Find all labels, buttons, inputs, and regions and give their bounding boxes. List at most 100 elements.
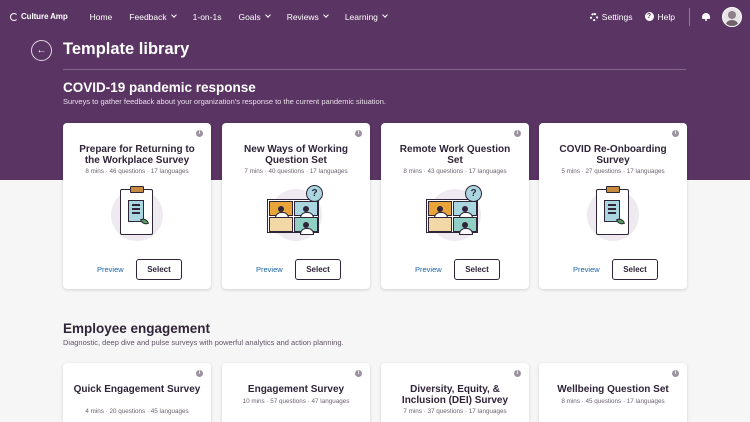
card-meta: 4 mins · 20 questions · 45 languages [85,408,189,415]
card-title: Wellbeing Question Set [557,384,669,395]
template-card: i Wellbeing Question Set 8 mins · 45 que… [539,363,687,422]
nav-item-reviews[interactable]: Reviews [286,11,329,22]
info-icon[interactable]: i [672,370,679,377]
person-icon [434,206,448,219]
person-icon [275,206,289,219]
help-link[interactable]: ? Help [644,11,675,22]
info-icon[interactable]: i [514,370,521,377]
info-icon[interactable]: i [672,130,679,137]
info-icon[interactable]: i [196,130,203,137]
template-card: i COVID Re-Onboarding Survey 5 mins · 27… [539,123,687,289]
card-meta: 8 mins · 46 questions · 17 languages [85,168,189,175]
person-icon [300,222,314,235]
nav-item-one-on-ones[interactable]: 1-on-1s [193,12,222,22]
card-title: Prepare for Returning to the Workplace S… [79,144,195,166]
select-button[interactable]: Select [612,259,658,280]
clipboard-board [120,186,153,235]
card-title: Diversity, Equity, & Inclusion (DEI) Sur… [401,384,509,406]
template-card: i Prepare for Returning to the Workplace… [63,123,211,289]
card-meta: 7 mins · 37 questions · 17 languages [403,408,507,415]
card-actions: Preview Select [539,259,687,281]
section-title: COVID-19 pandemic response [63,80,256,95]
video-tile [294,201,318,219]
nav-item-goals[interactable]: Goals [238,11,271,22]
info-icon[interactable]: i [355,130,362,137]
nav-item-label: Home [89,11,113,22]
top-navigation: Culture Amp Home Feedback 1-on-1s Goals … [0,0,750,33]
card-title: New Ways of Working Question Set [244,144,348,166]
select-button[interactable]: Select [295,259,341,280]
card-meta: 7 mins · 40 questions · 17 languages [244,168,348,175]
brand-name: Culture Amp [21,12,68,21]
help-label: Help [657,11,675,22]
back-button[interactable]: ← [31,40,52,61]
video-call-illustration-icon: ? [425,185,485,243]
card-meta: 8 mins · 43 questions · 17 languages [403,168,507,175]
video-tile [453,201,477,219]
help-icon: ? [644,12,654,21]
nav-menu: Home Feedback 1-on-1s Goals Reviews Lear… [90,12,404,22]
video-tile [294,217,318,235]
info-icon[interactable]: i [355,370,362,377]
video-call-illustration-icon: ? [266,185,326,243]
preview-link[interactable]: Preview [573,265,600,274]
nav-item-label: Reviews [286,11,319,22]
gear-icon [589,12,598,21]
video-tile [428,217,452,232]
section-subtitle: Surveys to gather feedback about your or… [63,97,386,106]
nav-item-label: Learning [344,11,378,22]
page-title: Template library [63,40,190,58]
card-actions: Preview Select [381,259,529,281]
divider [63,69,686,70]
clipboard-illustration-icon [107,185,167,243]
question-bubble-icon: ? [306,185,323,202]
nav-item-label: 1-on-1s [192,11,222,22]
nav-item-learning[interactable]: Learning [344,11,388,22]
preview-link[interactable]: Preview [256,265,283,274]
brand-logo[interactable]: Culture Amp [10,12,68,21]
template-card: i Engagement Survey 10 mins · 57 questio… [222,363,370,422]
nav-divider [689,7,690,26]
avatar[interactable] [722,6,742,27]
question-bubble-icon: ? [465,185,482,202]
chevron-down-icon [170,12,177,18]
settings-label: Settings [601,11,633,22]
card-title: Remote Work Question Set [399,144,511,166]
card-title: COVID Re-Onboarding Survey [559,144,667,166]
nav-item-home[interactable]: Home [90,12,113,22]
template-card: i Diversity, Equity, & Inclusion (DEI) S… [381,363,529,422]
nav-right: Settings ? Help [578,0,742,33]
info-icon[interactable]: i [196,370,203,377]
person-icon [459,206,473,219]
clipboard-board [596,186,629,235]
video-tile [269,217,293,232]
video-tile [453,217,477,235]
select-button[interactable]: Select [136,259,182,280]
section-subtitle: Diagnostic, deep dive and pulse surveys … [63,338,344,347]
settings-link[interactable]: Settings [589,11,633,22]
nav-item-feedback[interactable]: Feedback [129,11,177,22]
info-icon[interactable]: i [514,130,521,137]
card-actions: Preview Select [63,259,211,281]
chevron-down-icon [322,12,329,18]
culture-amp-logo-icon [10,12,18,21]
person-icon [300,206,314,219]
section-title: Employee engagement [63,321,211,336]
video-screen [267,199,319,235]
card-meta: 10 mins · 57 questions · 47 languages [242,398,350,405]
preview-link[interactable]: Preview [415,265,442,274]
card-title: Engagement Survey [247,384,345,395]
select-button[interactable]: Select [454,259,500,280]
nav-item-label: Goals [238,11,261,22]
card-title: Quick Engagement Survey [73,384,201,395]
nav-item-label: Feedback [129,11,167,22]
template-card: i Quick Engagement Survey 4 mins · 20 qu… [63,363,211,422]
template-card: i Remote Work Question Set 8 mins · 43 q… [381,123,529,289]
template-card: i New Ways of Working Question Set 7 min… [222,123,370,289]
notification-bell-icon[interactable] [702,12,710,21]
chevron-down-icon [264,12,271,18]
card-meta: 8 mins · 45 questions · 17 languages [561,398,665,405]
preview-link[interactable]: Preview [97,265,124,274]
video-screen [426,199,478,235]
clipboard-illustration-icon [583,185,643,243]
